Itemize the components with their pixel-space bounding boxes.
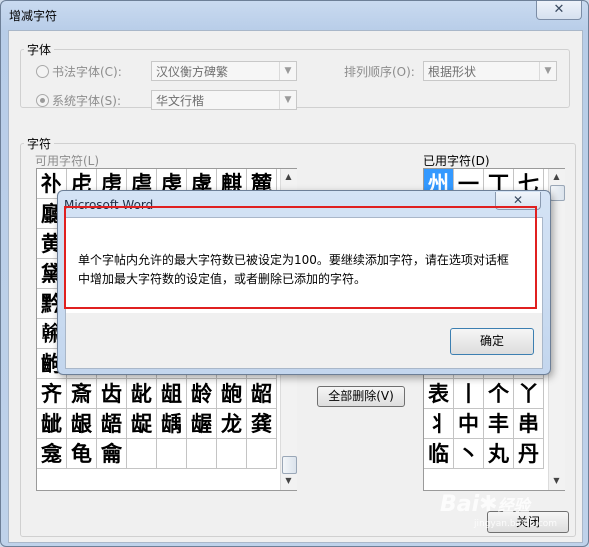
available-char-cell[interactable] bbox=[157, 439, 187, 469]
scroll-up-icon[interactable]: ▲ bbox=[549, 170, 564, 184]
available-char-cell[interactable]: 龙 bbox=[217, 409, 247, 439]
available-char-cell[interactable]: 龌 bbox=[187, 409, 217, 439]
used-char-cell[interactable]: 串 bbox=[514, 409, 544, 439]
watermark-logo: Bai✱经验 bbox=[440, 492, 530, 517]
font-group-label: 字体 bbox=[24, 41, 55, 58]
available-char-cell[interactable]: 齿 bbox=[97, 379, 127, 409]
used-char-cell[interactable]: 丸 bbox=[484, 439, 514, 469]
available-chars-label: 可用字符(L) bbox=[35, 154, 100, 168]
calligraphy-font-value: 汉仪衡方碑繁 bbox=[156, 65, 229, 79]
available-char-cell[interactable]: 龠 bbox=[97, 439, 127, 469]
available-char-cell[interactable]: 龅 bbox=[217, 379, 247, 409]
calligraphy-font-radio[interactable] bbox=[36, 65, 49, 78]
used-char-cell[interactable]: 丹 bbox=[514, 439, 544, 469]
available-char-cell[interactable]: 齐 bbox=[37, 379, 67, 409]
watermark-paw-icon: ✱ bbox=[479, 492, 498, 517]
available-char-cell[interactable]: 龄 bbox=[187, 379, 217, 409]
ok-button[interactable]: 确定 bbox=[450, 328, 534, 355]
characters-group-label: 字符 bbox=[24, 135, 55, 152]
available-char-cell[interactable]: 龉 bbox=[97, 409, 127, 439]
sort-order-select[interactable]: 根据形状 ▼ bbox=[423, 61, 557, 81]
available-char-cell[interactable]: 斎 bbox=[67, 379, 97, 409]
chevron-down-icon: ▼ bbox=[279, 91, 296, 109]
watermark-text-2: 经验 bbox=[497, 496, 530, 515]
available-char-cell[interactable] bbox=[187, 439, 217, 469]
window-close-button[interactable]: ✕ bbox=[536, 1, 582, 20]
available-char-cell[interactable]: 龋 bbox=[157, 409, 187, 439]
sort-order-value: 根据形状 bbox=[428, 65, 477, 79]
used-char-cell[interactable]: 丰 bbox=[484, 409, 514, 439]
annotation-highlight-box bbox=[64, 206, 537, 309]
system-font-radio[interactable] bbox=[36, 94, 49, 107]
used-char-cell[interactable]: 丬 bbox=[424, 409, 454, 439]
available-char-cell[interactable]: 龟 bbox=[67, 439, 97, 469]
calligraphy-font-label: 书法字体(C): bbox=[52, 65, 122, 79]
scroll-down-icon[interactable]: ▼ bbox=[281, 474, 296, 488]
system-font-select[interactable]: 华文行楷 ▼ bbox=[151, 90, 297, 110]
available-char-cell[interactable] bbox=[217, 439, 247, 469]
used-char-cell[interactable]: 个 bbox=[484, 379, 514, 409]
available-char-cell[interactable] bbox=[127, 439, 157, 469]
available-char-cell[interactable]: 龚 bbox=[247, 409, 277, 439]
used-char-cell[interactable]: 丫 bbox=[514, 379, 544, 409]
used-char-cell[interactable]: 临 bbox=[424, 439, 454, 469]
available-char-cell[interactable] bbox=[247, 439, 277, 469]
scroll-thumb[interactable] bbox=[550, 185, 565, 201]
watermark-text: Bai bbox=[440, 492, 480, 517]
available-char-cell[interactable]: 龀 bbox=[127, 379, 157, 409]
available-char-cell[interactable]: 龊 bbox=[127, 409, 157, 439]
remove-all-button[interactable]: 全部删除(V) bbox=[317, 386, 405, 407]
sort-order-label: 排列顺序(O): bbox=[344, 65, 415, 79]
used-char-cell[interactable]: 丨 bbox=[454, 379, 484, 409]
chevron-down-icon: ▼ bbox=[279, 62, 296, 80]
watermark-url: jingyan.baidu.com bbox=[474, 519, 558, 529]
used-chars-label: 已用字符(D) bbox=[423, 154, 490, 168]
used-char-cell[interactable]: 中 bbox=[454, 409, 484, 439]
available-char-cell[interactable]: 龇 bbox=[37, 409, 67, 439]
used-char-cell[interactable]: 丶 bbox=[454, 439, 484, 469]
available-char-cell[interactable]: 龆 bbox=[247, 379, 277, 409]
calligraphy-font-select[interactable]: 汉仪衡方碑繁 ▼ bbox=[151, 61, 297, 81]
available-char-cell[interactable]: 龛 bbox=[37, 439, 67, 469]
scroll-thumb[interactable] bbox=[282, 456, 297, 474]
used-char-cell[interactable]: 表 bbox=[424, 379, 454, 409]
system-font-label: 系统字体(S): bbox=[52, 94, 122, 108]
scroll-up-icon[interactable]: ▲ bbox=[281, 170, 296, 184]
available-char-cell[interactable]: 龃 bbox=[157, 379, 187, 409]
scroll-down-icon[interactable]: ▼ bbox=[549, 474, 564, 488]
system-font-value: 华文行楷 bbox=[156, 94, 205, 108]
available-char-cell[interactable]: 龈 bbox=[67, 409, 97, 439]
chevron-down-icon: ▼ bbox=[539, 62, 556, 80]
window-title: 增减字符 bbox=[9, 9, 58, 23]
